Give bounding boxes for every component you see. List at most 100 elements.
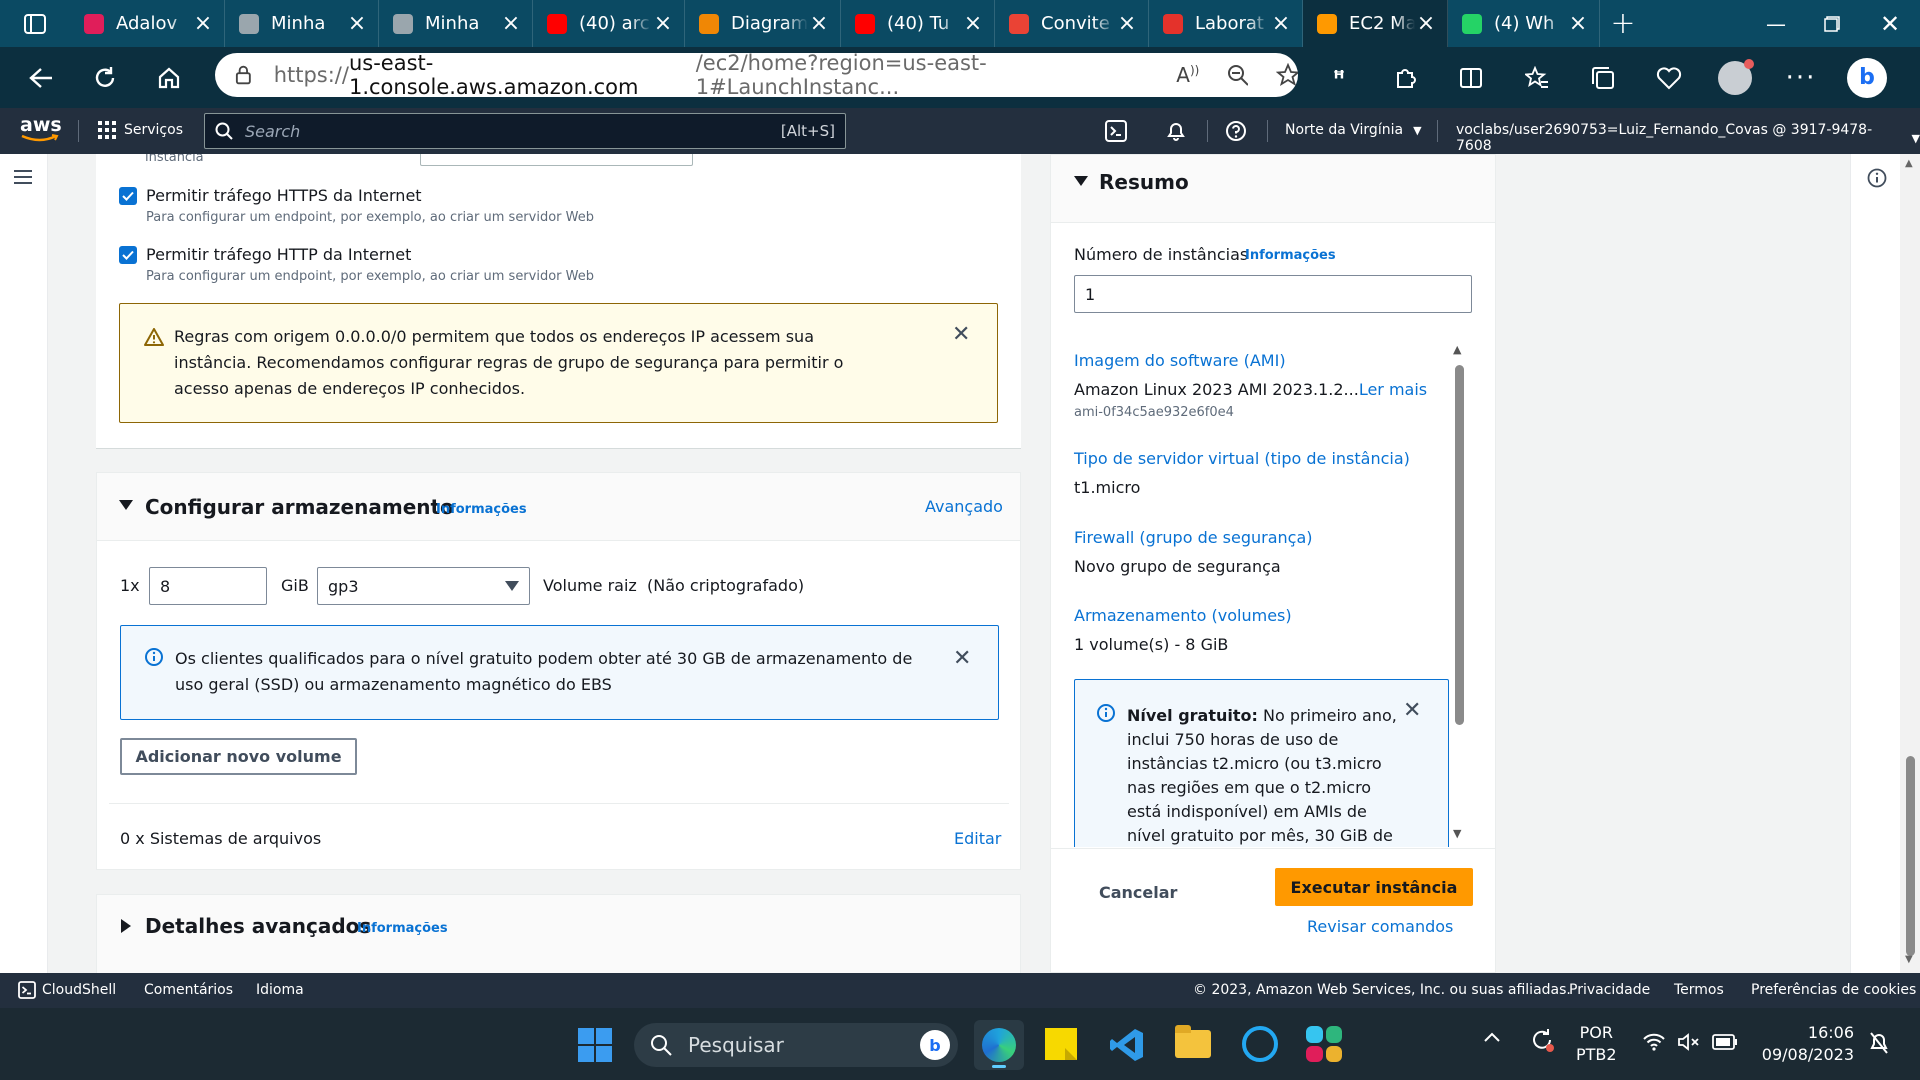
close-tab-icon[interactable]: × <box>346 12 368 35</box>
cookie-preferences-link[interactable]: Preferências de cookies <box>1751 982 1916 998</box>
vscode-app-icon[interactable] <box>1109 1027 1145 1063</box>
storage-info-link[interactable]: Informações <box>436 502 527 517</box>
clock[interactable]: 16:06 09/08/2023 <box>1760 1022 1854 1066</box>
advanced-link[interactable]: Avançado <box>925 497 1003 516</box>
browser-tab[interactable]: Convite × <box>995 0 1149 47</box>
new-tab-button[interactable]: + <box>1600 0 1646 47</box>
close-tab-icon[interactable]: × <box>500 12 522 35</box>
launch-instance-button[interactable]: Executar instância <box>1275 868 1473 906</box>
collections-icon[interactable] <box>1580 55 1626 101</box>
cloudshell-footer-button[interactable]: CloudShell <box>18 981 116 999</box>
split-screen-icon[interactable] <box>1448 55 1494 101</box>
notifications-bell-icon[interactable] <box>1165 120 1187 142</box>
ami-label-link[interactable]: Imagem do software (AMI) <box>1074 351 1286 370</box>
browser-tab[interactable]: EC2 Ma × <box>1303 0 1448 47</box>
dismiss-free-tier-icon[interactable]: ✕ <box>1403 698 1421 723</box>
aws-search-input[interactable]: Search [Alt+S] <box>204 113 846 149</box>
close-tab-icon[interactable]: × <box>192 12 214 35</box>
sync-icon[interactable] <box>1528 1026 1556 1054</box>
help-icon[interactable] <box>1225 120 1247 142</box>
lock-icon[interactable] <box>235 64 252 86</box>
cloudshell-header-icon[interactable] <box>1105 120 1127 142</box>
more-menu-icon[interactable]: ··· <box>1778 55 1824 101</box>
storage-label-link[interactable]: Armazenamento (volumes) <box>1074 606 1292 625</box>
advanced-details-info-link[interactable]: Informações <box>357 921 448 936</box>
extensions-icon[interactable] <box>1382 55 1428 101</box>
instances-info-link[interactable]: Informações <box>1245 248 1336 263</box>
browser-tab[interactable]: Minha × <box>225 0 379 47</box>
volume-size-input[interactable]: 8 <box>149 567 267 605</box>
profile-avatar[interactable] <box>1712 55 1758 101</box>
battery-icon[interactable] <box>1712 1034 1738 1050</box>
minimize-button[interactable]: — <box>1748 12 1804 36</box>
info-panel-icon[interactable] <box>1867 168 1887 188</box>
edge-app-icon[interactable] <box>974 1020 1024 1070</box>
browser-tab[interactable]: Minha × <box>379 0 533 47</box>
browser-tab[interactable]: (40) arc × <box>533 0 685 47</box>
immersive-reader-icon[interactable]: ꟸ <box>1316 55 1362 101</box>
https-checkbox[interactable] <box>119 187 137 205</box>
volume-muted-icon[interactable] <box>1677 1032 1701 1052</box>
back-icon[interactable] <box>18 55 64 101</box>
file-explorer-app-icon[interactable] <box>1175 1025 1211 1058</box>
refresh-icon[interactable] <box>82 55 128 101</box>
add-volume-button[interactable]: Adicionar novo volume <box>120 738 357 775</box>
close-tab-icon[interactable]: × <box>808 12 830 35</box>
browser-tab[interactable]: (4) Wh × <box>1448 0 1600 47</box>
read-aloud-icon[interactable]: A)) <box>1176 63 1199 87</box>
browser-tab[interactable]: Laborat × <box>1149 0 1303 47</box>
instance-type-label-link[interactable]: Tipo de servidor virtual (tipo de instân… <box>1074 449 1410 468</box>
browser-tab[interactable]: Diagram × <box>685 0 841 47</box>
summary-scrollbar[interactable]: ▲ ▼ <box>1451 339 1467 847</box>
dismiss-warning-icon[interactable]: ✕ <box>952 322 970 347</box>
terms-link[interactable]: Termos <box>1674 982 1724 998</box>
zoom-icon[interactable] <box>1227 64 1248 86</box>
wifi-icon[interactable] <box>1642 1032 1666 1052</box>
volume-type-select[interactable]: gp3 <box>317 567 530 605</box>
close-window-button[interactable]: ✕ <box>1860 10 1920 38</box>
region-selector[interactable]: Norte da Virgínia ▼ <box>1285 122 1422 138</box>
page-scrollbar[interactable]: ▲ ▼ <box>1900 154 1920 973</box>
close-tab-icon[interactable]: × <box>962 12 984 35</box>
services-menu[interactable]: Serviços <box>98 121 183 139</box>
show-hidden-icons-chevron-icon[interactable] <box>1484 1032 1500 1042</box>
notifications-icon[interactable] <box>1868 1030 1890 1056</box>
collapse-caret-icon[interactable] <box>119 500 133 510</box>
firewall-label-link[interactable]: Firewall (grupo de segurança) <box>1074 528 1313 547</box>
browser-tab[interactable]: (40) Tu × <box>841 0 995 47</box>
start-button[interactable] <box>578 1028 612 1062</box>
close-tab-icon[interactable]: × <box>1415 12 1437 35</box>
advanced-details-title[interactable]: Detalhes avançados <box>145 914 371 938</box>
review-commands-link[interactable]: Revisar comandos <box>1307 917 1453 936</box>
bing-copilot-icon[interactable]: b <box>1844 55 1890 101</box>
close-tab-icon[interactable]: × <box>1270 12 1292 35</box>
close-tab-icon[interactable]: × <box>1116 12 1138 35</box>
sticky-notes-app-icon[interactable] <box>1045 1028 1077 1060</box>
collapse-caret-icon[interactable] <box>1074 176 1088 186</box>
tab-actions-icon[interactable] <box>0 0 70 47</box>
close-tab-icon[interactable]: × <box>652 12 674 35</box>
aws-logo[interactable]: aws <box>20 116 62 146</box>
slack-app-icon[interactable] <box>1306 1026 1342 1062</box>
read-more-link[interactable]: Ler mais <box>1359 380 1427 399</box>
language-link[interactable]: Idioma <box>256 982 304 998</box>
expand-caret-icon[interactable] <box>121 919 131 933</box>
account-menu[interactable]: voclabs/user2690753=Luiz_Fernando_Covas … <box>1456 122 1920 154</box>
edit-filesystems-link[interactable]: Editar <box>954 829 1001 848</box>
browser-essentials-icon[interactable] <box>1646 55 1692 101</box>
instances-count-input[interactable]: 1 <box>1074 275 1472 313</box>
feedback-link[interactable]: Comentários <box>144 982 233 998</box>
home-icon[interactable] <box>146 55 192 101</box>
cancel-button[interactable]: Cancelar <box>1099 883 1177 902</box>
browser-tab[interactable]: Adalov × <box>70 0 225 47</box>
close-tab-icon[interactable]: × <box>1567 12 1589 35</box>
taskbar-search[interactable]: Pesquisar b <box>634 1023 958 1067</box>
hamburger-menu-icon[interactable] <box>14 170 32 184</box>
restore-button[interactable] <box>1804 15 1860 32</box>
keyboard-language[interactable]: POR PTB2 <box>1576 1022 1617 1066</box>
http-checkbox[interactable] <box>119 246 137 264</box>
cortana-app-icon[interactable] <box>1242 1026 1278 1062</box>
dismiss-storage-alert-icon[interactable]: ✕ <box>953 646 971 671</box>
favorites-icon[interactable] <box>1514 55 1560 101</box>
address-bar[interactable]: https://us-east-1.console.aws.amazon.com… <box>215 51 1298 99</box>
